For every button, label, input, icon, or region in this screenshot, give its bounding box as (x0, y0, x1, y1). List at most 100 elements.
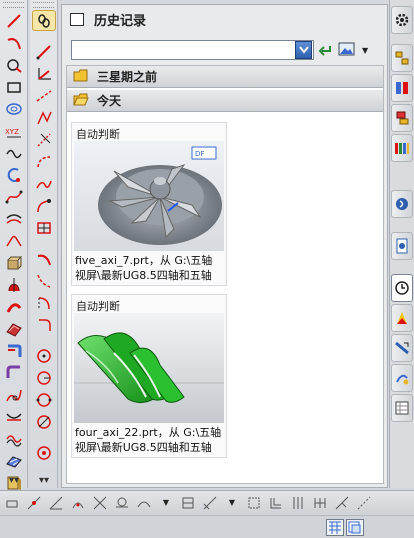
helix-icon[interactable] (2, 164, 26, 185)
circle-center-icon[interactable] (32, 367, 56, 388)
spline-icon[interactable] (2, 186, 26, 207)
snap-intersection-icon[interactable] (90, 493, 110, 513)
history-item[interactable]: 自动判断 (71, 294, 227, 458)
part-navigator-icon[interactable] (391, 104, 413, 132)
axis-icon[interactable] (32, 63, 56, 84)
snap-extension-icon[interactable] (354, 493, 374, 513)
chevron-down-icon[interactable] (295, 41, 312, 59)
snap-bounded-icon[interactable] (244, 493, 264, 513)
circle-radius-icon[interactable] (32, 442, 56, 463)
snap-nearest-icon[interactable] (332, 493, 352, 513)
snap-polar-icon[interactable] (288, 493, 308, 513)
line-ortho-icon[interactable] (32, 41, 56, 62)
snap-arc-center-icon[interactable] (68, 493, 88, 513)
face-icon[interactable] (2, 318, 26, 339)
toolbar-grip[interactable] (33, 2, 54, 8)
snap-tangent-icon[interactable] (112, 493, 132, 513)
snap-curve-icon[interactable] (134, 493, 154, 513)
window-mode-icon[interactable] (346, 519, 364, 536)
toolbar-overflow-icon[interactable]: ▾▾ (0, 475, 28, 486)
rectangle-icon[interactable] (2, 76, 26, 97)
snap-face-icon[interactable] (266, 493, 286, 513)
toolbar-grip[interactable] (3, 2, 24, 8)
svg-text:DF: DF (195, 150, 204, 158)
folder-icon (73, 69, 89, 85)
roles-icon[interactable] (391, 364, 413, 392)
group-label: 三星期之前 (97, 70, 158, 84)
polygon-icon[interactable] (32, 129, 56, 150)
line-icon[interactable] (2, 10, 26, 31)
fillet-arc-icon[interactable] (32, 248, 56, 269)
window-icon (70, 12, 84, 26)
circle-icon[interactable] (2, 54, 26, 75)
snap-quadrant-icon[interactable] (200, 493, 220, 513)
back-arrow-icon[interactable] (318, 41, 332, 60)
settings-icon[interactable] (391, 6, 413, 34)
offset-curve-icon[interactable] (2, 208, 26, 229)
group-three-weeks-ago[interactable]: 三星期之前 (67, 66, 383, 88)
circle-offset-icon[interactable] (32, 411, 56, 432)
item-name: four_axi_22.prt，从 G:\五轴视屏\最新UG8.5四轴和五轴 (75, 426, 222, 454)
search-input[interactable] (71, 40, 314, 60)
assembly-navigator-icon[interactable] (391, 44, 413, 72)
arc-icon[interactable] (2, 32, 26, 53)
trim-icon[interactable] (2, 362, 26, 383)
image-view-icon[interactable] (338, 41, 356, 60)
left-toolbar-2: ▾▾ (30, 0, 58, 488)
process-studio-icon[interactable] (391, 334, 413, 362)
toolbar-overflow-icon[interactable]: ▾▾ (30, 475, 58, 486)
extrude-icon[interactable] (2, 252, 26, 273)
open-folder-icon (73, 93, 89, 109)
circle-3pt-icon[interactable] (32, 389, 56, 410)
project-icon[interactable] (2, 384, 26, 405)
curve-icon[interactable] (2, 142, 26, 163)
sweep-icon[interactable] (2, 296, 26, 317)
corner-arc-icon[interactable] (32, 217, 56, 238)
part-thumbnail-impeller: DF (74, 141, 224, 251)
point-set-icon[interactable]: XYZ (2, 120, 26, 141)
revolve-icon[interactable] (2, 274, 26, 295)
spiral-icon[interactable] (2, 98, 26, 119)
angle-arc-icon[interactable] (32, 270, 56, 291)
group-label: 今天 (97, 94, 122, 108)
web-browser-icon[interactable] (391, 232, 413, 260)
system-materials-icon[interactable] (391, 304, 413, 332)
part-thumbnail-spiral-cutter (74, 313, 224, 423)
snap-angle-icon[interactable] (46, 493, 66, 513)
selection-mode-icon[interactable] (326, 519, 344, 536)
left-toolbar-1: XYZ ▾▾ (0, 0, 28, 490)
reuse-library-icon[interactable] (391, 134, 413, 162)
snap-vertex-icon[interactable] (178, 493, 198, 513)
chain-icon[interactable] (32, 10, 56, 31)
blend-icon[interactable] (2, 340, 26, 361)
section-icon[interactable] (2, 428, 26, 449)
arc-3pt-icon[interactable] (32, 151, 56, 172)
nx-window: XYZ ▾▾ ▾▾ 历史记录 ▼ 三星期之前 今天 自动判断 DF five_a… (0, 0, 414, 538)
history-icon[interactable] (391, 274, 413, 302)
svg-text:XYZ: XYZ (5, 128, 19, 136)
box-icon[interactable] (32, 195, 56, 216)
snap-point-dropdown-icon[interactable]: ▼ (156, 493, 176, 513)
history-item[interactable]: 自动判断 (71, 122, 227, 286)
mesh-icon[interactable] (2, 450, 26, 471)
item-caption: 自动判断 (76, 128, 120, 141)
curve-fit-icon[interactable] (32, 173, 56, 194)
combine-icon[interactable] (2, 406, 26, 427)
snap-endpoint-icon[interactable] (2, 493, 22, 513)
system-scenes-icon[interactable] (391, 394, 413, 422)
hd3d-icon[interactable] (391, 190, 413, 218)
snap-existing-point-icon[interactable]: ▼ (222, 493, 242, 513)
circle-tangent-icon[interactable] (32, 345, 56, 366)
circle-fill-icon[interactable] (32, 314, 56, 335)
bottom-toolbar: ▼ ▼ (0, 490, 414, 514)
snap-grid-icon[interactable] (310, 493, 330, 513)
snap-midpoint-icon[interactable] (24, 493, 44, 513)
constraint-navigator-icon[interactable] (391, 74, 413, 102)
xy-line-icon[interactable] (32, 85, 56, 106)
panel-header: 历史记录 (62, 5, 387, 33)
bridge-curve-icon[interactable] (2, 230, 26, 251)
join-arc-icon[interactable] (32, 292, 56, 313)
group-today[interactable]: 今天 (67, 90, 383, 112)
view-dropdown-icon[interactable]: ▼ (362, 46, 368, 55)
polyline-icon[interactable] (32, 107, 56, 128)
